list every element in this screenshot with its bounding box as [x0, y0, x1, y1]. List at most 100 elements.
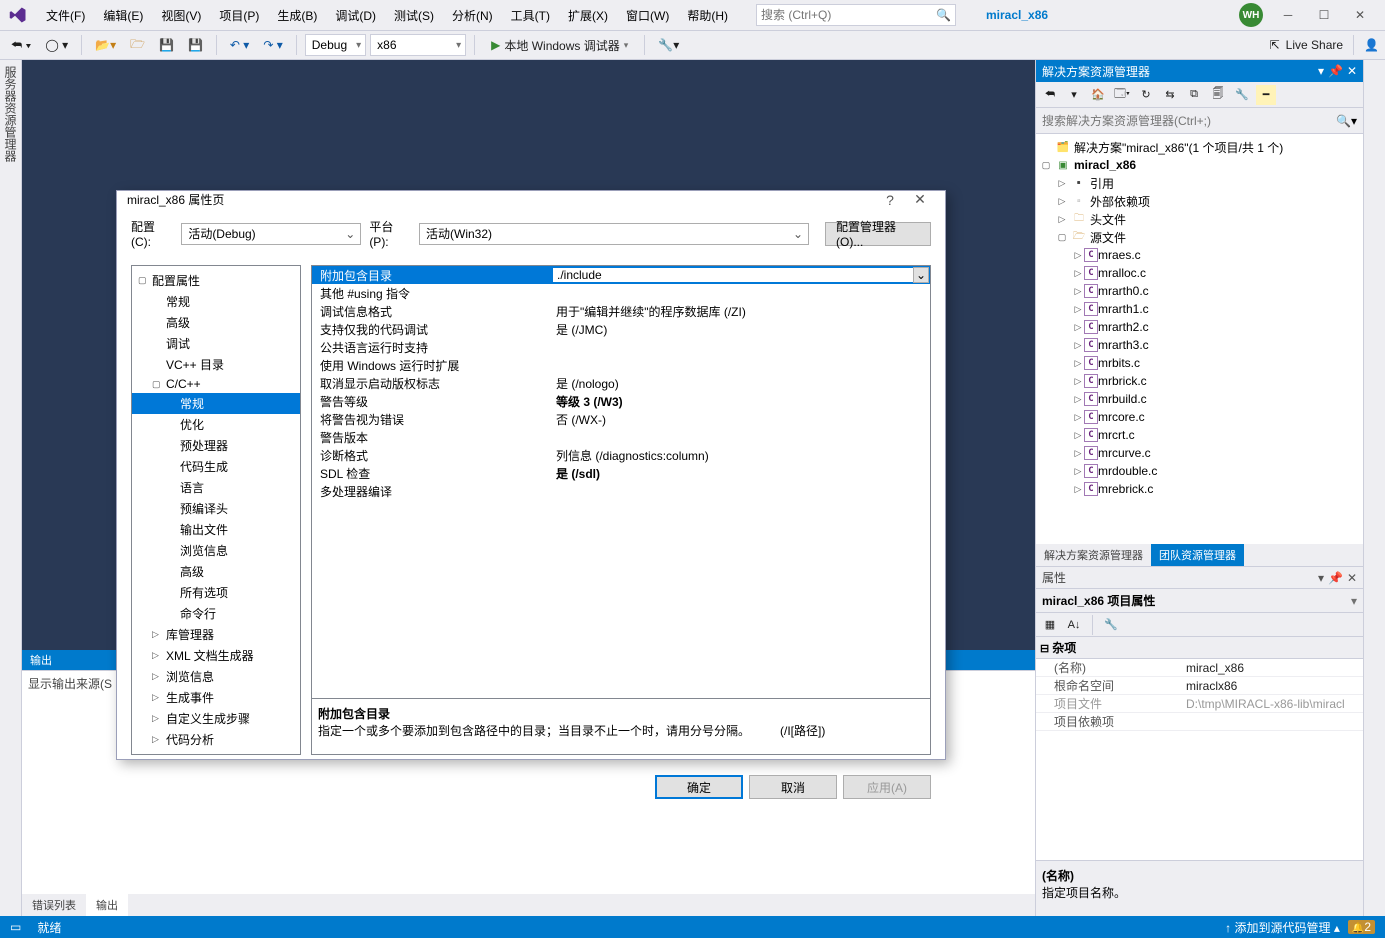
dialog-help-button[interactable]: ? — [875, 192, 905, 208]
property-row[interactable]: 项目依赖项 — [1036, 713, 1363, 731]
dialog-tree-item[interactable]: 预处理器 — [132, 435, 300, 456]
cancel-button[interactable]: 取消 — [749, 775, 837, 799]
new-project-icon[interactable]: 📂▾ — [90, 35, 121, 55]
tree-item[interactable]: ▷Cmrarth2.c — [1036, 318, 1363, 336]
right-rail[interactable] — [1363, 60, 1385, 916]
solution-search[interactable]: 🔍▾ — [1036, 108, 1363, 134]
tree-item[interactable]: ▷Cmrcurve.c — [1036, 444, 1363, 462]
dialog-tree-item[interactable]: 语言 — [132, 477, 300, 498]
tree-item[interactable]: ▷Cmrcrt.c — [1036, 426, 1363, 444]
tree-item[interactable]: ▷Cmrdouble.c — [1036, 462, 1363, 480]
menu-item[interactable]: 工具(T) — [503, 3, 558, 28]
start-debug-button[interactable]: ▶ 本地 Windows 调试器 ▾ — [483, 35, 636, 56]
property-row[interactable]: 根命名空间miraclx86 — [1036, 677, 1363, 695]
dialog-grid-row[interactable]: 支持仅我的代码调试是 (/JMC) — [312, 320, 930, 338]
dialog-tree-item[interactable]: ▷自定义生成步骤 — [132, 708, 300, 729]
alphabetical-icon[interactable]: A↓ — [1064, 615, 1084, 635]
showall-icon[interactable]: ⧉ — [1184, 85, 1204, 105]
dialog-tree-item[interactable]: 预编译头 — [132, 498, 300, 519]
avatar[interactable]: WH — [1239, 3, 1263, 27]
source-control-button[interactable]: ↑ 添加到源代码管理 ▴ — [1225, 919, 1340, 936]
tree-item[interactable]: ▷Cmrarth0.c — [1036, 282, 1363, 300]
property-grid[interactable]: ⊟ 杂项 (名称)miracl_x86根命名空间miraclx86项目文件D:\… — [1036, 637, 1363, 860]
dialog-tree-item[interactable]: 输出文件 — [132, 519, 300, 540]
dialog-tree-item[interactable]: 高级 — [132, 561, 300, 582]
back-icon[interactable]: ⮪ — [1040, 85, 1060, 105]
dialog-close-button[interactable]: ✕ — [905, 191, 935, 208]
dialog-tree-item[interactable]: ▷代码分析 — [132, 729, 300, 750]
tree-item[interactable]: ▷Cmrarth1.c — [1036, 300, 1363, 318]
dialog-grid-row[interactable]: SDL 检查是 (/sdl) — [312, 464, 930, 482]
maximize-button[interactable]: ☐ — [1307, 2, 1341, 28]
search-box[interactable]: 🔍 — [756, 4, 956, 26]
dialog-tree-item[interactable]: 常规 — [132, 393, 300, 414]
tree-item[interactable]: ▷Cmralloc.c — [1036, 264, 1363, 282]
dialog-tree-item[interactable]: ▷浏览信息 — [132, 666, 300, 687]
save-icon[interactable]: 💾 — [154, 35, 179, 55]
dialog-grid-row[interactable]: 将警告视为错误否 (/WX-) — [312, 410, 930, 428]
tree-item[interactable]: ▷🗀头文件 — [1036, 210, 1363, 228]
dialog-grid-row[interactable]: 取消显示启动版权标志是 (/nologo) — [312, 374, 930, 392]
dialog-grid-row[interactable]: 附加包含目录./include — [312, 266, 930, 284]
menu-item[interactable]: 扩展(X) — [560, 3, 616, 28]
tree-item[interactable]: ▷▫️外部依赖项 — [1036, 192, 1363, 210]
config-manager-button[interactable]: 配置管理器(O)... — [825, 222, 931, 246]
dialog-grid-row[interactable]: 使用 Windows 运行时扩展 — [312, 356, 930, 374]
notification-badge[interactable]: 🔔2 — [1348, 920, 1375, 934]
tree-item[interactable]: ▢🗁源文件 — [1036, 228, 1363, 246]
dialog-grid-row[interactable]: 诊断格式列信息 (/diagnostics:column) — [312, 446, 930, 464]
close-button[interactable]: ✕ — [1343, 2, 1377, 28]
collapse-icon[interactable]: ⇆ — [1160, 85, 1180, 105]
dialog-tree-item[interactable]: 浏览信息 — [132, 540, 300, 561]
preview-icon[interactable]: ━ — [1256, 85, 1276, 105]
config-combo[interactable]: Debug — [305, 34, 366, 56]
platform-combo[interactable]: 活动(Win32) — [419, 223, 809, 245]
prop-category[interactable]: ⊟ 杂项 — [1036, 637, 1363, 659]
dropdown-icon[interactable]: ▾ — [1318, 64, 1324, 78]
dialog-tree-item[interactable]: ▷库管理器 — [132, 624, 300, 645]
dialog-tree-item[interactable]: 常规 — [132, 291, 300, 312]
pin-icon[interactable]: 📌 — [1328, 571, 1343, 585]
tree-item[interactable]: ▢▣miracl_x86 — [1036, 156, 1363, 174]
tree-item[interactable]: ▷Cmrebrick.c — [1036, 480, 1363, 498]
dialog-tree[interactable]: ▢配置属性常规高级调试VC++ 目录▢C/C++常规优化预处理器代码生成语言预编… — [131, 265, 301, 755]
view-icon[interactable]: 🗐 — [1208, 85, 1228, 105]
nav-back-icon[interactable]: ⮪ ▾ — [6, 35, 36, 56]
dialog-grid-row[interactable]: 调试信息格式用于"编辑并继续"的程序数据库 (/ZI) — [312, 302, 930, 320]
nav-fwd-icon[interactable]: ◯ ▾ — [40, 35, 73, 55]
dialog-tree-item[interactable]: VC++ 目录 — [132, 354, 300, 375]
liveshare-button[interactable]: Live Share — [1286, 38, 1343, 52]
menu-item[interactable]: 帮助(H) — [679, 3, 736, 28]
categorized-icon[interactable]: ▦ — [1040, 615, 1060, 635]
tree-item[interactable]: ▷Cmrbrick.c — [1036, 372, 1363, 390]
sync-icon[interactable]: 🗔▾ — [1112, 85, 1132, 105]
dialog-tree-item[interactable]: 命令行 — [132, 603, 300, 624]
menu-item[interactable]: 文件(F) — [38, 3, 93, 28]
menu-item[interactable]: 测试(S) — [386, 3, 442, 28]
close-icon[interactable]: ✕ — [1347, 64, 1357, 78]
dialog-tree-item[interactable]: ▷生成事件 — [132, 687, 300, 708]
property-pages-icon[interactable]: 🔧 — [1101, 615, 1121, 635]
tool-icon[interactable]: 🔧▾ — [653, 35, 684, 55]
tree-item[interactable]: ▷▪️引用 — [1036, 174, 1363, 192]
tree-item[interactable]: ▷Cmrcore.c — [1036, 408, 1363, 426]
liveshare-user-icon[interactable]: 👤 — [1364, 38, 1379, 52]
undo-icon[interactable]: ↶ ▾ — [225, 35, 254, 55]
search-input[interactable] — [761, 8, 936, 22]
properties-icon[interactable]: 🔧 — [1232, 85, 1252, 105]
menu-item[interactable]: 编辑(E) — [95, 3, 151, 28]
rail-server-explorer[interactable]: 服务器资源管理器 — [2, 66, 19, 910]
config-combo[interactable]: 活动(Debug) — [181, 223, 361, 245]
tree-item[interactable]: ▷Cmraes.c — [1036, 246, 1363, 264]
dialog-grid-row[interactable]: 警告版本 — [312, 428, 930, 446]
solution-explorer-header[interactable]: 解决方案资源管理器 ▾ 📌 ✕ — [1036, 60, 1363, 82]
properties-header[interactable]: 属性 ▾ 📌 ✕ — [1036, 567, 1363, 589]
dialog-tree-item[interactable]: 调试 — [132, 333, 300, 354]
apply-button[interactable]: 应用(A) — [843, 775, 931, 799]
tab-solution-explorer[interactable]: 解决方案资源管理器 — [1036, 544, 1151, 566]
tab-error-list[interactable]: 错误列表 — [22, 894, 86, 916]
tree-item[interactable]: 🗂️解决方案"miracl_x86"(1 个项目/共 1 个) — [1036, 138, 1363, 156]
home-icon[interactable]: 🏠 — [1088, 85, 1108, 105]
left-rail[interactable]: 服务器资源管理器 工具箱 — [0, 60, 22, 916]
redo-icon[interactable]: ↷ ▾ — [258, 35, 287, 55]
